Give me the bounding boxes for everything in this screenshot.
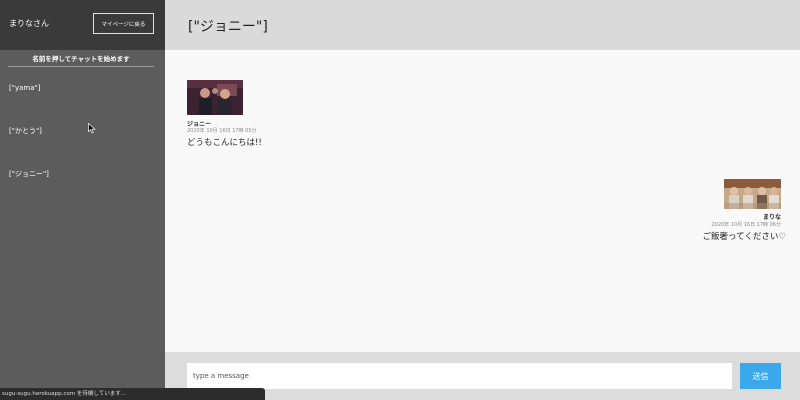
message-text: どうもこんにちは!! [187,138,262,148]
browser-status-bar: sugu-sugu.herokuapp.com を待機しています... [0,388,265,400]
message-input[interactable] [187,363,732,389]
mouse-cursor-icon [88,123,96,134]
message-timestamp: 2020年 10月 16日 17時 05分 [187,128,257,134]
current-username: まりなさん [9,19,49,28]
room-item-johnny[interactable]: ["ジョニー"] [9,169,49,179]
send-button[interactable]: 送信 [740,363,781,389]
room-item-kato[interactable]: ["かとう"] [9,126,42,136]
sidebar-instruction: 名前を押してチャットを始めます [8,53,154,67]
room-title: ["ジョニー"] [188,19,268,35]
sidebar-header: まりなさん マイページに戻る [0,0,165,50]
message-photo [724,179,781,209]
room-item-yama[interactable]: ["yama"] [9,84,40,92]
message-sender: まりな [762,214,781,221]
message-text: ご飯奢ってください♡ [702,232,786,242]
message-photo [187,80,243,115]
chat-header: ["ジョニー"] [165,0,800,50]
message-timestamp: 2020年 10月 16日 17時 06分 [711,222,781,228]
message-list[interactable]: ジョニー 2020年 10月 16日 17時 05分 どうもこんにちは!! まり… [165,50,800,352]
sidebar: まりなさん マイページに戻る 名前を押してチャットを始めます ["yama"] … [0,0,165,400]
back-to-mypage-button[interactable]: マイページに戻る [93,13,154,34]
